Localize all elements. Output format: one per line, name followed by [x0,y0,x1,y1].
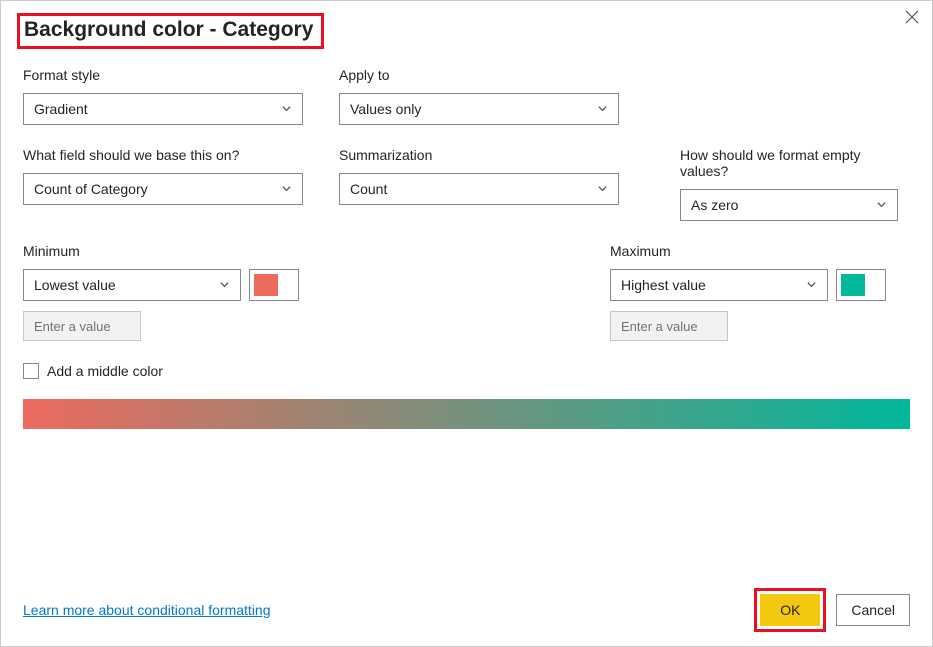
base-field-value: Count of Category [34,181,148,197]
chevron-down-icon [281,181,292,197]
title-highlight: Background color - Category [17,13,324,49]
ok-highlight: OK [754,588,826,632]
minimum-value-input[interactable] [23,311,141,341]
maximum-select[interactable]: Highest value [610,269,828,301]
maximum-color-picker[interactable] [836,269,886,301]
empty-values-select[interactable]: As zero [680,189,898,221]
conditional-formatting-dialog: Background color - Category Format style… [0,0,933,647]
summarization-label: Summarization [339,147,619,163]
minimum-value: Lowest value [34,277,116,293]
minimum-label: Minimum [23,243,323,259]
summarization-select[interactable]: Count [339,173,619,205]
middle-color-label: Add a middle color [47,363,163,379]
maximum-value-input[interactable] [610,311,728,341]
chevron-down-icon [597,101,608,117]
empty-values-value: As zero [691,197,738,213]
close-icon [905,10,919,24]
gradient-preview [23,399,910,429]
empty-values-label: How should we format empty values? [680,147,910,179]
ok-button[interactable]: OK [760,594,820,626]
format-style-label: Format style [23,67,303,83]
middle-color-checkbox[interactable]: Add a middle color [23,363,910,379]
apply-to-select[interactable]: Values only [339,93,619,125]
apply-to-value: Values only [350,101,421,117]
checkbox-box [23,363,39,379]
dialog-footer: Learn more about conditional formatting … [23,588,910,632]
base-field-select[interactable]: Count of Category [23,173,303,205]
minimum-color-picker[interactable] [249,269,299,301]
chevron-down-icon [281,101,292,117]
maximum-value: Highest value [621,277,706,293]
summarization-value: Count [350,181,387,197]
chevron-down-icon [806,277,817,293]
close-button[interactable] [902,7,922,27]
learn-more-link[interactable]: Learn more about conditional formatting [23,602,270,618]
format-style-value: Gradient [34,101,88,117]
chevron-down-icon [597,181,608,197]
minimum-select[interactable]: Lowest value [23,269,241,301]
dialog-body: Format style Gradient Apply to Values on… [1,49,932,429]
chevron-down-icon [876,197,887,213]
format-style-select[interactable]: Gradient [23,93,303,125]
dialog-title: Background color - Category [24,18,313,42]
maximum-label: Maximum [610,243,910,259]
cancel-button[interactable]: Cancel [836,594,910,626]
apply-to-label: Apply to [339,67,619,83]
chevron-down-icon [219,277,230,293]
minimum-color-swatch [254,274,278,296]
maximum-color-swatch [841,274,865,296]
base-field-label: What field should we base this on? [23,147,303,163]
